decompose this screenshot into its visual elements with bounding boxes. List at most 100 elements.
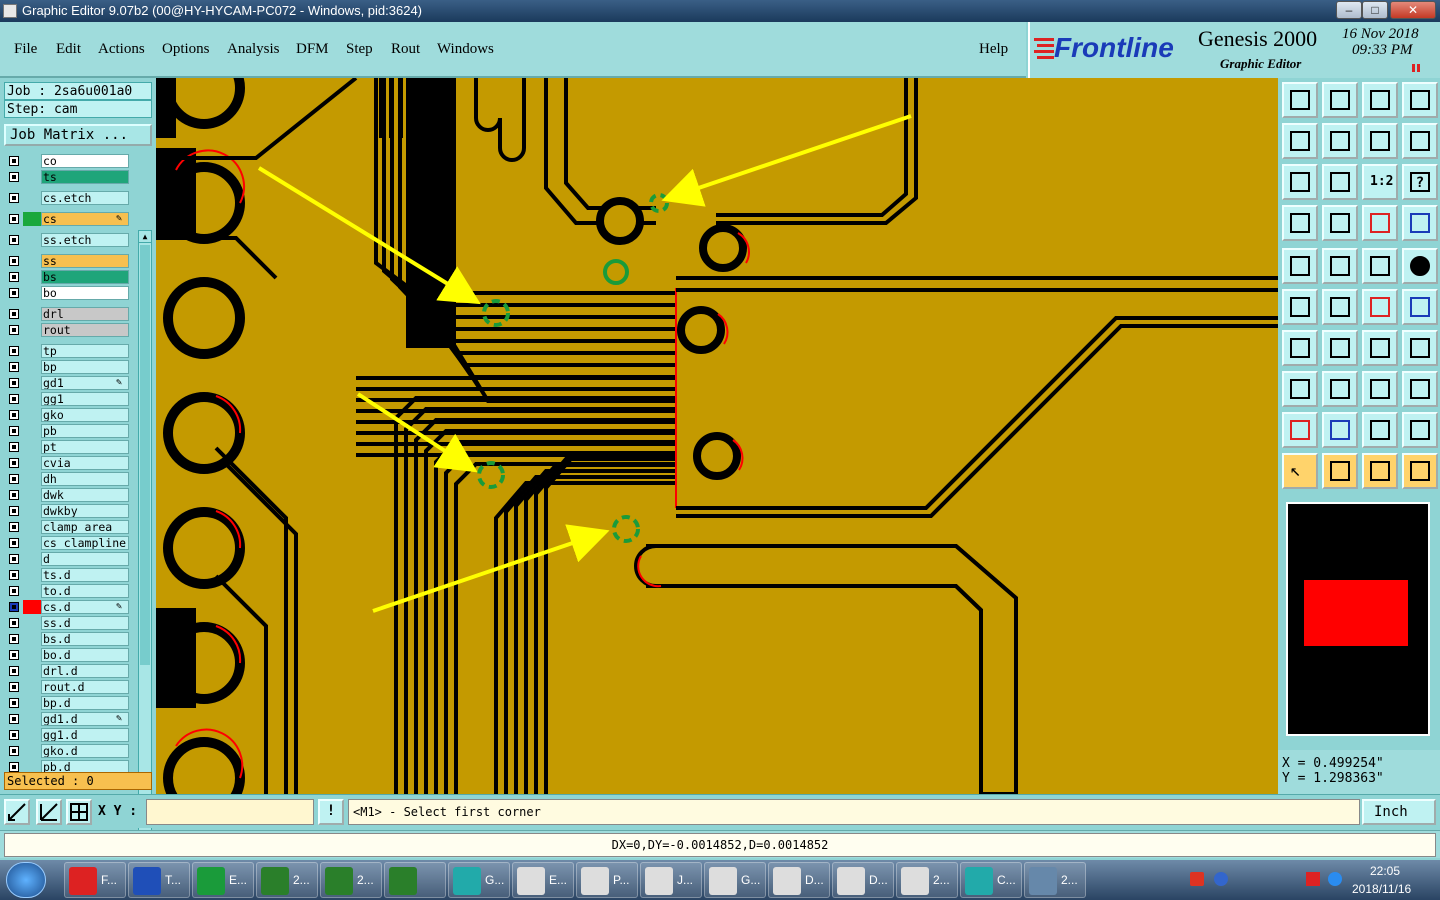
layer-name[interactable]: dh — [41, 472, 129, 486]
layer-row-ss-etch[interactable]: ss.etch — [6, 233, 129, 247]
taskbar-item[interactable]: E... — [512, 862, 574, 898]
layer-row-drl[interactable]: drl — [6, 307, 129, 321]
ff-button[interactable] — [1402, 330, 1438, 366]
pointer-circle-button[interactable] — [1362, 453, 1398, 489]
layer-row-dwkby[interactable]: dwkby — [6, 504, 129, 518]
taskbar-item[interactable]: 2... — [320, 862, 382, 898]
layer-checkbox[interactable] — [9, 346, 19, 356]
menu-rout[interactable]: Rout — [391, 41, 420, 58]
left-step-button[interactable] — [1282, 123, 1318, 159]
layer-checkbox[interactable] — [9, 490, 19, 500]
layer-name[interactable]: ts.d — [41, 568, 129, 582]
taskbar-item[interactable]: E... — [192, 862, 254, 898]
grid-tool-button[interactable] — [1322, 205, 1358, 241]
layer-name[interactable]: rout.d — [41, 680, 129, 694]
layer-row-cs-d[interactable]: cs.d ✎ — [6, 600, 129, 614]
layer-row-co[interactable]: co — [6, 154, 129, 168]
layer-row-d[interactable]: d — [6, 552, 129, 566]
layer-name[interactable]: gko.d — [41, 744, 129, 758]
layer-row-bp-d[interactable]: bp.d — [6, 696, 129, 710]
layer-name[interactable]: bp — [41, 360, 129, 374]
layer-checkbox[interactable] — [9, 156, 19, 166]
copy-button[interactable] — [1402, 371, 1438, 407]
layer-checkbox[interactable] — [9, 698, 19, 708]
layer-name[interactable]: ts — [41, 170, 129, 184]
layer-checkbox[interactable] — [9, 538, 19, 548]
taskbar-item[interactable]: 2... — [256, 862, 318, 898]
help-tray-icon[interactable] — [1214, 872, 1228, 886]
unit-selector[interactable]: Inch — [1362, 799, 1436, 825]
layer-name[interactable]: pb — [41, 424, 129, 438]
grid-button[interactable] — [66, 799, 92, 825]
minimize-button[interactable]: – — [1336, 1, 1362, 19]
measure-button[interactable] — [36, 799, 62, 825]
layer-row-bp[interactable]: bp — [6, 360, 129, 374]
menu-file[interactable]: File — [14, 41, 37, 58]
menu-dfm[interactable]: DFM — [296, 41, 329, 58]
layer-name[interactable]: ss.etch — [41, 233, 129, 247]
layer-row-clamp-area[interactable]: clamp_area — [6, 520, 129, 534]
layer-name[interactable]: tp — [41, 344, 129, 358]
layer-checkbox[interactable] — [9, 474, 19, 484]
menu-help[interactable]: Help — [979, 41, 1008, 58]
taskbar-item[interactable]: G... — [448, 862, 510, 898]
layer-row-ts-d[interactable]: ts.d — [6, 568, 129, 582]
scroll-up-icon[interactable]: ▲ — [139, 231, 151, 243]
layer-checkbox[interactable] — [9, 650, 19, 660]
layer-checkbox[interactable] — [9, 730, 19, 740]
layer-checkbox[interactable] — [9, 272, 19, 282]
network-icon[interactable] — [1328, 872, 1342, 886]
layer-row-drl-d[interactable]: drl.d — [6, 664, 129, 678]
layer-row-ts[interactable]: ts — [6, 170, 129, 184]
layer-scrollbar[interactable]: ▲ ▼ — [138, 230, 152, 846]
taskbar-item[interactable]: P... — [576, 862, 638, 898]
layer-row-bs-d[interactable]: bs.d — [6, 632, 129, 646]
help-button[interactable]: ? — [1402, 164, 1438, 200]
layer-checkbox[interactable] — [9, 714, 19, 724]
taskbar-item[interactable]: J... — [640, 862, 702, 898]
slash-button[interactable] — [1322, 330, 1358, 366]
window-button[interactable] — [1402, 82, 1438, 118]
layer-checkbox[interactable] — [9, 410, 19, 420]
layer-name[interactable]: cs.etch — [41, 191, 129, 205]
layer-name[interactable]: ss.d — [41, 616, 129, 630]
layer-name[interactable]: cvia — [41, 456, 129, 470]
layer-checkbox[interactable] — [9, 426, 19, 436]
layer-name[interactable]: clamp_area — [41, 520, 129, 534]
layer-checkbox[interactable] — [9, 506, 19, 516]
fit-button[interactable] — [1282, 164, 1318, 200]
save-button[interactable] — [1322, 82, 1358, 118]
layer-row-to-d[interactable]: to.d — [6, 584, 129, 598]
layer-name[interactable]: co — [41, 154, 129, 168]
layer-row-gko[interactable]: gko — [6, 408, 129, 422]
layer-name[interactable]: pt — [41, 440, 129, 454]
layer-row-gg1-d[interactable]: gg1.d — [6, 728, 129, 742]
minus-button[interactable] — [1322, 371, 1358, 407]
menu-step[interactable]: Step — [346, 41, 373, 58]
preview-window[interactable] — [1286, 502, 1430, 736]
taskbar-item[interactable]: F... — [64, 862, 126, 898]
layer-row-cs-clampline[interactable]: cs_clampline — [6, 536, 129, 550]
zoom-window-button[interactable] — [4, 799, 30, 825]
layer-name[interactable]: gg1 — [41, 392, 129, 406]
alert-icon[interactable]: ! — [318, 799, 344, 825]
layer-checkbox[interactable] — [9, 325, 19, 335]
layer-checkbox[interactable] — [9, 554, 19, 564]
tri-a-button[interactable] — [1362, 412, 1398, 448]
layer-name[interactable]: drl.d — [41, 664, 129, 678]
menu-windows[interactable]: Windows — [437, 41, 494, 58]
layer-row-bs[interactable]: bs — [6, 270, 129, 284]
route-button[interactable] — [1402, 453, 1438, 489]
layer-row-gko-d[interactable]: gko.d — [6, 744, 129, 758]
tri-b-button[interactable] — [1402, 412, 1438, 448]
taskbar-item[interactable]: 2... — [896, 862, 958, 898]
layer-row-tp[interactable]: tp — [6, 344, 129, 358]
taskbar-item[interactable]: C... — [960, 862, 1022, 898]
taskbar-item[interactable]: G... — [704, 862, 766, 898]
menu-actions[interactable]: Actions — [98, 41, 145, 58]
shape-button[interactable] — [1322, 248, 1358, 284]
open-button[interactable] — [1282, 82, 1318, 118]
layer-checkbox[interactable] — [9, 193, 19, 203]
right-step-button[interactable] — [1322, 123, 1358, 159]
layer-checkbox[interactable] — [9, 256, 19, 266]
